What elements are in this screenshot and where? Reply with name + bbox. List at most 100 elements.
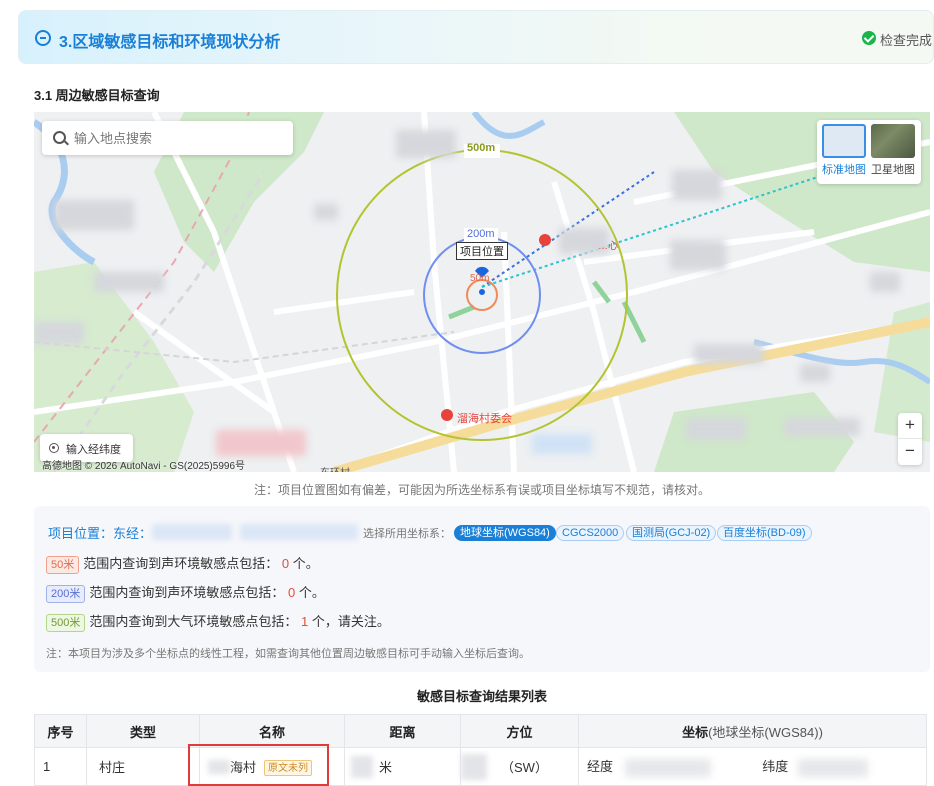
col-coordinates-system: (地球坐标(WGS84)) <box>708 724 823 740</box>
map-type-switcher: 标准地图 卫星地图 <box>817 120 921 184</box>
query-summary-panel: 项目位置：东经： 选择所用坐标系： 地球坐标(WGS84) CGCS2000 国… <box>34 506 930 672</box>
zoom-control: + − <box>898 413 922 465</box>
result-text: 范围内查询到声环境敏感点包括： <box>89 585 285 600</box>
map-view[interactable]: 500m 200m 项目位置 50m 溜海村委会 …心 标准地图 卫星地图 输入… <box>34 112 930 472</box>
project-point <box>479 289 485 295</box>
latitude-label: 纬度 <box>762 759 789 775</box>
redacted-area <box>34 322 84 344</box>
map-note: 注：项目位置图如有偏差，可能因为所选坐标系有误或项目坐标填写不规范，请核对。 <box>253 483 710 497</box>
redacted-text <box>797 758 868 777</box>
results-table-title: 敏感目标查询结果列表 <box>416 689 547 704</box>
cell-direction-text: （SW） <box>501 760 548 775</box>
redacted-area <box>54 200 134 230</box>
result-row-50m: 50米 范围内查询到声环境敏感点包括： 0 个。 <box>46 553 319 574</box>
poi-marker-icon[interactable] <box>441 409 453 421</box>
redacted-area <box>784 418 860 436</box>
range-tag-50m: 50米 <box>46 555 80 574</box>
collapse-icon[interactable] <box>35 30 51 46</box>
map-search-input[interactable] <box>74 128 284 148</box>
range-tag-500m: 500米 <box>46 613 86 632</box>
redacted-text <box>351 756 373 778</box>
redacted-area <box>216 430 306 456</box>
result-row-200m: 200米 范围内查询到声环境敏感点包括： 0 个。 <box>46 582 325 603</box>
redacted-area <box>314 204 338 220</box>
redacted-area <box>870 272 900 292</box>
col-index: 序号 <box>34 714 87 748</box>
table-header-row: 序号 类型 名称 距离 方位 坐标(地球坐标(WGS84)) <box>34 714 927 748</box>
cell-index: 1 <box>34 747 87 786</box>
cell-type: 村庄 <box>86 747 200 786</box>
result-count: 0 <box>288 585 296 600</box>
poi-label: …心 <box>598 241 618 252</box>
linear-project-note: 注：本项目为涉及多个坐标点的线性工程，如需查询其他位置周边敏感目标可手动输入坐标… <box>46 648 530 660</box>
result-count: 0 <box>281 556 290 571</box>
result-text: 范围内查询到大气环境敏感点包括： <box>89 614 298 629</box>
result-suffix: 个，请关注。 <box>311 614 390 629</box>
redacted-area <box>800 364 830 382</box>
coord-system-bd09[interactable]: 百度坐标(BD-09) <box>717 525 812 541</box>
col-type: 类型 <box>86 714 200 748</box>
col-name: 名称 <box>199 714 345 748</box>
poi-marker-icon[interactable] <box>539 234 551 246</box>
cell-coordinates: 经度 纬度 <box>578 747 927 786</box>
crosshair-icon <box>49 443 59 453</box>
redacted-area <box>672 170 722 200</box>
col-direction: 方位 <box>460 714 579 748</box>
section-header: 3.区域敏感目标和环境现状分析 检查完成 <box>18 10 934 64</box>
redacted-area <box>670 240 726 270</box>
input-coordinates-label: 输入经纬度 <box>66 444 121 456</box>
ring-200m-label: 200m <box>467 228 495 240</box>
map-type-standard-label: 标准地图 <box>822 164 866 176</box>
redacted-area <box>94 272 164 292</box>
redacted-area <box>686 418 746 440</box>
redacted-area <box>532 434 592 454</box>
col-coordinates-label: 坐标 <box>682 724 709 740</box>
coord-system-cgcs2000[interactable]: CGCS2000 <box>556 525 625 541</box>
ring-500m-label: 500m <box>467 142 496 154</box>
result-count: 1 <box>301 614 309 629</box>
zoom-out-button[interactable]: − <box>898 439 922 465</box>
river <box>471 112 546 139</box>
redacted-coordinate <box>240 524 358 540</box>
ring-50m-label: 50m <box>470 273 490 284</box>
result-suffix: 个。 <box>292 556 319 571</box>
project-position-label: 项目位置：东经： <box>48 526 153 541</box>
cell-direction: （SW） <box>460 747 579 786</box>
table-row[interactable]: 1 村庄 海村 原文未列 米 （SW） 经度 纬度 <box>34 747 927 786</box>
page: 3.区域敏感目标和环境现状分析 检查完成 3.1 周边敏感目标查询 500m 2… <box>0 0 934 786</box>
col-coordinates: 坐标(地球坐标(WGS84)) <box>578 714 927 748</box>
redacted-area <box>396 130 456 158</box>
redacted-area <box>694 344 764 364</box>
map-attribution: 高德地图 © 2026 AutoNavi - GS(2025)5996号 <box>42 461 246 472</box>
map-type-standard[interactable]: 标准地图 <box>822 124 866 178</box>
check-status: 检查完成 <box>880 33 933 48</box>
col-distance: 距离 <box>344 714 461 748</box>
coord-system-label: 选择所用坐标系： <box>363 528 451 540</box>
subsection-title: 3.1 周边敏感目标查询 <box>34 88 160 103</box>
project-position-label: 项目位置 <box>456 242 508 260</box>
standard-map-thumbnail-icon <box>822 124 866 158</box>
coord-system-gcj02[interactable]: 国测局(GCJ-02) <box>626 525 717 541</box>
cell-distance-unit: 米 <box>379 760 393 775</box>
coord-system-wgs84[interactable]: 地球坐标(WGS84) <box>454 525 556 541</box>
redacted-text <box>461 754 487 780</box>
redacted-coordinate <box>152 524 232 540</box>
highlight-box <box>188 744 329 786</box>
redacted-text <box>624 758 711 777</box>
map-type-satellite[interactable]: 卫星地图 <box>871 124 915 178</box>
map-type-satellite-label: 卫星地图 <box>871 164 915 176</box>
road-label: 东环村 <box>320 464 350 472</box>
result-text: 范围内查询到声环境敏感点包括： <box>83 556 279 571</box>
cell-distance: 米 <box>344 747 461 786</box>
result-row-500m: 500米 范围内查询到大气环境敏感点包括： 1 个，请关注。 <box>46 611 390 632</box>
result-suffix: 个。 <box>298 585 325 600</box>
zoom-in-button[interactable]: + <box>898 413 922 439</box>
results-table: 序号 类型 名称 距离 方位 坐标(地球坐标(WGS84)) 1 村庄 海村 原文… <box>34 714 927 786</box>
search-icon[interactable] <box>53 131 66 144</box>
section-header-title: 3.区域敏感目标和环境现状分析 <box>59 34 281 51</box>
range-tag-200m: 200米 <box>46 584 86 603</box>
poi-label: 溜海村委会 <box>457 413 512 425</box>
satellite-map-thumbnail-icon <box>871 124 915 158</box>
check-circle-icon <box>862 31 876 45</box>
map-search-box <box>42 121 293 155</box>
